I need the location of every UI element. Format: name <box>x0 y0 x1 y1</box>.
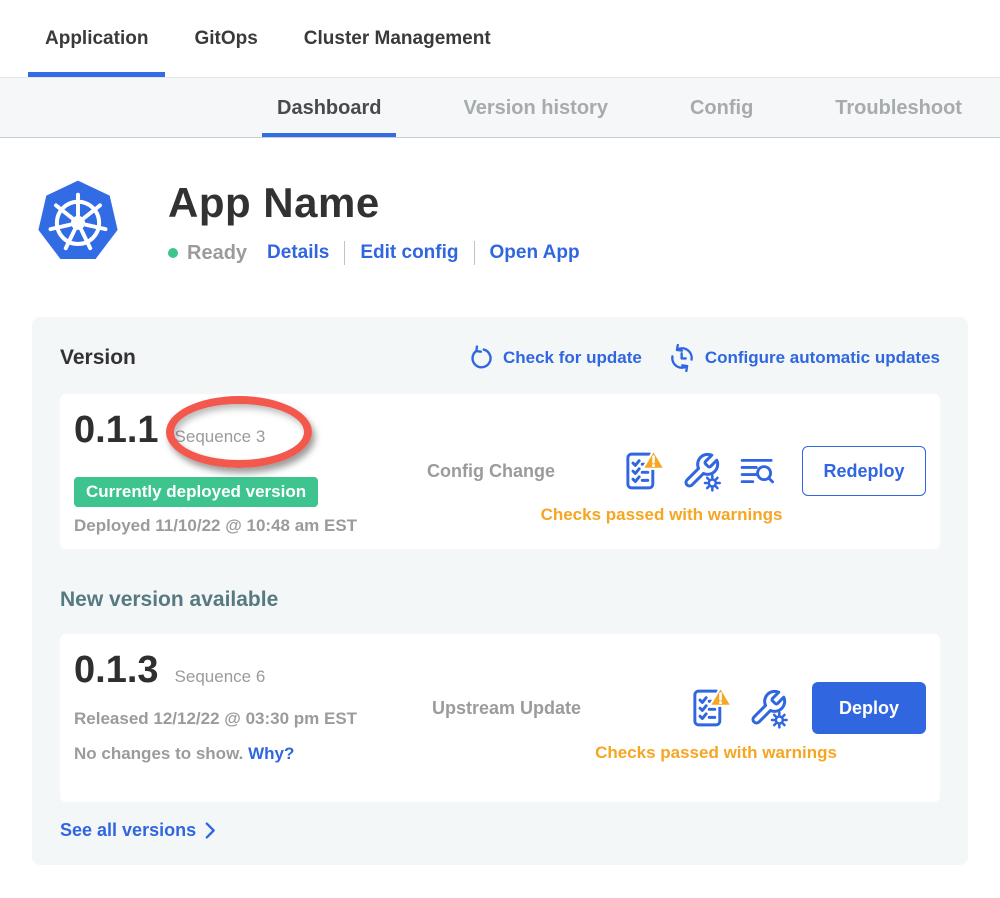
configure-automatic-updates-label: Configure automatic updates <box>705 348 940 368</box>
edit-config-icon[interactable] <box>681 449 721 493</box>
current-version-number: 0.1.1 <box>74 408 159 453</box>
tab-dashboard[interactable]: Dashboard <box>262 78 396 137</box>
chevron-right-icon <box>205 822 216 839</box>
tab-cluster-management-label: Cluster Management <box>304 28 491 50</box>
app-sub-nav: Dashboard Version history Config Trouble… <box>0 77 1000 138</box>
kubernetes-logo-icon <box>34 177 122 267</box>
version-source-label: Upstream Update <box>432 698 581 719</box>
preflight-checks-warning-icon[interactable] <box>689 685 733 731</box>
deployed-timestamp: Deployed 11/10/22 @ 10:48 am EST <box>74 516 409 536</box>
no-changes-text: No changes to show. <box>74 744 243 763</box>
tab-version-history-label: Version history <box>463 97 608 120</box>
preflight-checks-warning-icon[interactable] <box>622 448 666 494</box>
new-version-number: 0.1.3 <box>74 648 159 693</box>
preflight-status-text: Checks passed with warnings <box>427 505 896 525</box>
see-all-versions-label: See all versions <box>60 820 196 841</box>
tab-dashboard-label: Dashboard <box>277 97 381 120</box>
redeploy-button[interactable]: Redeploy <box>802 446 926 496</box>
check-for-update-label: Check for update <box>503 348 642 368</box>
new-version-heading: New version available <box>60 588 940 612</box>
divider <box>474 241 475 265</box>
tab-config[interactable]: Config <box>675 78 768 137</box>
tab-application[interactable]: Application <box>28 0 165 77</box>
tab-gitops-label: GitOps <box>194 28 257 50</box>
check-for-update-button[interactable]: Check for update <box>468 345 642 371</box>
app-header: App Name Ready Details Edit config Open … <box>0 138 1000 267</box>
details-link[interactable]: Details <box>267 242 329 264</box>
current-version-sequence: Sequence 3 <box>175 427 266 447</box>
tab-troubleshoot[interactable]: Troubleshoot <box>820 78 977 137</box>
version-section-title: Version <box>60 346 136 370</box>
status-ready-dot-icon <box>168 248 178 258</box>
configure-automatic-updates-button[interactable]: Configure automatic updates <box>668 344 940 372</box>
current-version-card: 0.1.1 Sequence 3 Currently deployed vers… <box>60 394 940 549</box>
version-source-label: Config Change <box>427 461 555 482</box>
currently-deployed-badge: Currently deployed version <box>74 477 318 507</box>
tab-gitops[interactable]: GitOps <box>177 0 274 77</box>
new-version-sequence: Sequence 6 <box>175 667 266 687</box>
app-status-row: Ready Details Edit config Open App <box>168 241 580 265</box>
version-panel: Version Check for update Configure autom… <box>32 317 968 865</box>
tab-troubleshoot-label: Troubleshoot <box>835 97 962 120</box>
released-timestamp: Released 12/12/22 @ 03:30 pm EST <box>74 709 414 729</box>
tab-version-history[interactable]: Version history <box>448 78 623 137</box>
tab-cluster-management[interactable]: Cluster Management <box>287 0 508 77</box>
edit-config-link[interactable]: Edit config <box>360 242 458 264</box>
primary-nav: Application GitOps Cluster Management <box>0 0 1000 77</box>
tab-application-label: Application <box>45 28 148 50</box>
why-link[interactable]: Why? <box>248 744 294 763</box>
open-app-link[interactable]: Open App <box>490 242 580 264</box>
deploy-button[interactable]: Deploy <box>812 682 926 734</box>
view-files-icon[interactable] <box>736 454 778 488</box>
tab-config-label: Config <box>690 97 753 120</box>
auto-update-icon <box>668 344 696 372</box>
divider <box>344 241 345 265</box>
app-title: App Name <box>168 179 580 227</box>
see-all-versions-link[interactable]: See all versions <box>60 820 940 841</box>
app-status: Ready <box>187 242 247 265</box>
refresh-icon <box>468 345 494 371</box>
preflight-status-text: Checks passed with warnings <box>506 743 926 763</box>
new-version-card: 0.1.3 Sequence 6 Released 12/12/22 @ 03:… <box>60 634 940 802</box>
edit-config-icon[interactable] <box>748 686 788 730</box>
